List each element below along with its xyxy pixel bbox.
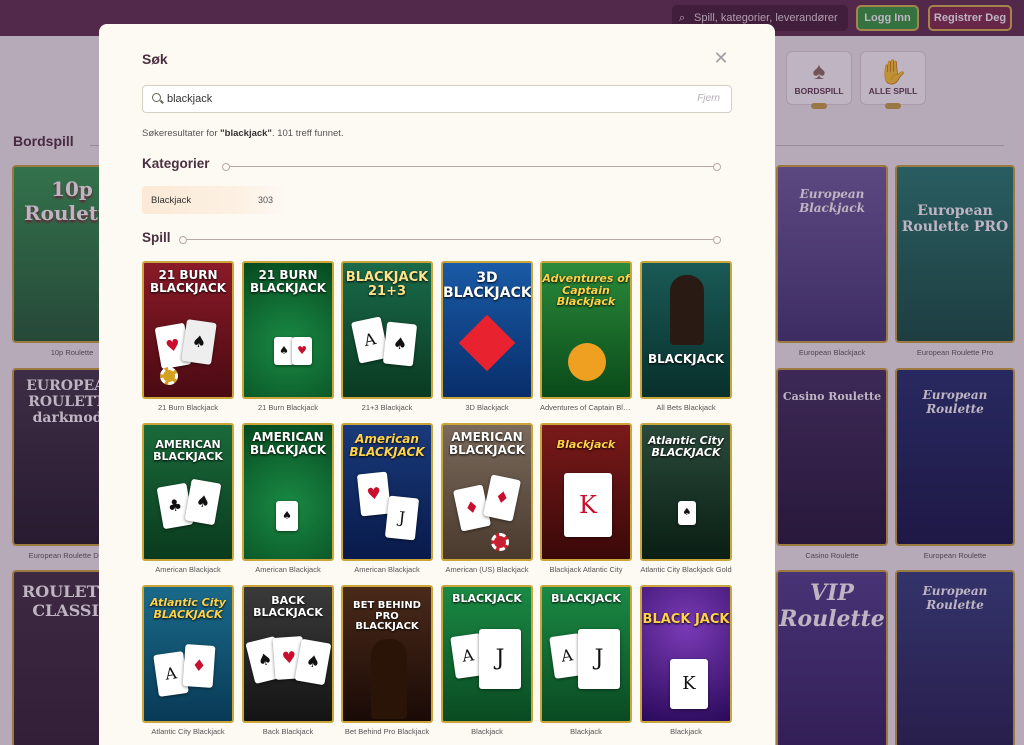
game-title: 21+3 Blackjack — [361, 403, 413, 412]
skull-emblem — [568, 343, 606, 381]
diamond-shape — [458, 314, 516, 372]
game-card[interactable]: BLACKJACK A J Blackjack — [540, 585, 632, 736]
section-divider — [222, 163, 721, 171]
category-count: 303 — [258, 195, 274, 205]
game-card[interactable]: BLACKJACK 21+3 A ♠ 21+3 Blackjack — [341, 261, 433, 412]
game-card[interactable]: American BLACKJACK ♥ J American Blackjac… — [341, 423, 433, 574]
game-title: Back Blackjack — [262, 727, 314, 736]
game-card[interactable]: BET BEHIND PRO BLACKJACK Bet Behind Pro … — [341, 585, 433, 736]
game-title: 21 Burn Blackjack — [157, 403, 219, 412]
game-thumbnail: BLACK JACK K — [640, 585, 732, 723]
categories-heading: Kategorier — [142, 156, 210, 171]
game-card[interactable]: Adventures of Captain Blackjack Adventur… — [540, 261, 632, 412]
game-title: Atlantic City Blackjack — [151, 727, 225, 736]
game-title: All Bets Blackjack — [656, 403, 716, 412]
game-thumbnail: Adventures of Captain Blackjack — [540, 261, 632, 399]
clear-search-button[interactable]: Fjern — [697, 93, 720, 104]
game-thumbnail: BLACKJACK A J — [540, 585, 632, 723]
close-icon[interactable]: ✕ — [711, 48, 731, 68]
game-title: 21 Burn Blackjack — [257, 403, 319, 412]
section-divider — [179, 236, 721, 244]
game-thumbnail: AMERICAN BLACKJACK ♠ — [242, 423, 334, 561]
game-title: Adventures of Captain Bla... — [540, 403, 632, 412]
game-thumbnail: BET BEHIND PRO BLACKJACK — [341, 585, 433, 723]
game-title: 3D Blackjack — [465, 403, 509, 412]
game-title: American Blackjack — [354, 565, 420, 574]
game-card[interactable]: Atlantic City BLACKJACK ♠ Atlantic City … — [640, 423, 732, 574]
game-card[interactable]: BLACKJACK A J Blackjack — [441, 585, 533, 736]
game-thumbnail: BLACKJACK A J — [441, 585, 533, 723]
game-thumbnail: American BLACKJACK ♥ J — [341, 423, 433, 561]
game-card[interactable]: AMERICAN BLACKJACK ♦ ♦ American (US) Bla… — [441, 423, 533, 574]
game-thumbnail: BACK BLACKJACK ♠ ♥ ♠ — [242, 585, 334, 723]
search-icon — [152, 93, 161, 102]
game-thumbnail: AMERICAN BLACKJACK ♦ ♦ — [441, 423, 533, 561]
game-title: Bet Behind Pro Blackjack — [344, 727, 430, 736]
game-card[interactable]: Blackjack K Blackjack Atlantic City — [540, 423, 632, 574]
game-thumbnail: AMERICAN BLACKJACK ♣ ♠ — [142, 423, 234, 561]
game-card[interactable]: 21 BURN BLACKJACK ♠ ♥ 21 Burn Blackjack — [242, 261, 334, 412]
result-count: . 101 treff funnet. — [271, 128, 344, 139]
game-card[interactable]: 21 BURN BLACKJACK ♥ ♠ 21 Burn Blackjack — [142, 261, 234, 412]
game-title: American (US) Blackjack — [445, 565, 529, 574]
category-result-blackjack[interactable]: Blackjack 303 — [142, 186, 284, 214]
game-card[interactable]: Atlantic City BLACKJACK A ♦ Atlantic Cit… — [142, 585, 234, 736]
modal-title: Søk — [142, 51, 168, 67]
game-title: Blackjack — [670, 727, 702, 736]
game-thumbnail: 21 BURN BLACKJACK ♠ ♥ — [242, 261, 334, 399]
game-thumbnail: 3D BLACKJACK — [441, 261, 533, 399]
game-card[interactable]: AMERICAN BLACKJACK ♣ ♠ American Blackjac… — [142, 423, 234, 574]
search-box: Fjern — [142, 85, 732, 113]
dealer-figure — [371, 639, 407, 719]
game-title: Blackjack — [471, 727, 503, 736]
category-name: Blackjack — [151, 195, 192, 206]
game-thumbnail: Atlantic City BLACKJACK ♠ — [640, 423, 732, 561]
game-thumbnail: Atlantic City BLACKJACK A ♦ — [142, 585, 234, 723]
game-thumbnail: BLACKJACK — [640, 261, 732, 399]
game-thumbnail: Blackjack K — [540, 423, 632, 561]
dealer-figure — [670, 275, 704, 345]
game-thumbnail: BLACKJACK 21+3 A ♠ — [341, 261, 433, 399]
result-prefix: Søkeresultater for — [142, 128, 221, 139]
game-card[interactable]: AMERICAN BLACKJACK ♠ American Blackjack — [242, 423, 334, 574]
game-card[interactable]: 3D BLACKJACK 3D Blackjack — [441, 261, 533, 412]
games-heading: Spill — [142, 230, 171, 245]
game-title: Atlantic City Blackjack Gold — [640, 565, 732, 574]
game-thumbnail: 21 BURN BLACKJACK ♥ ♠ — [142, 261, 234, 399]
game-card[interactable]: BLACK JACK K Blackjack — [640, 585, 732, 736]
search-result-summary: Søkeresultater for "blackjack". 101 tref… — [142, 128, 344, 139]
result-query: "blackjack" — [220, 128, 272, 139]
game-title: Blackjack — [570, 727, 602, 736]
search-modal: Søk ✕ Fjern Søkeresultater for "blackjac… — [99, 24, 775, 745]
game-title: Blackjack Atlantic City — [549, 565, 623, 574]
game-title: American Blackjack — [255, 565, 321, 574]
game-card[interactable]: BLACKJACK All Bets Blackjack — [640, 261, 732, 412]
game-card[interactable]: BACK BLACKJACK ♠ ♥ ♠ Back Blackjack — [242, 585, 334, 736]
game-title: American Blackjack — [155, 565, 221, 574]
search-input[interactable] — [167, 89, 667, 109]
